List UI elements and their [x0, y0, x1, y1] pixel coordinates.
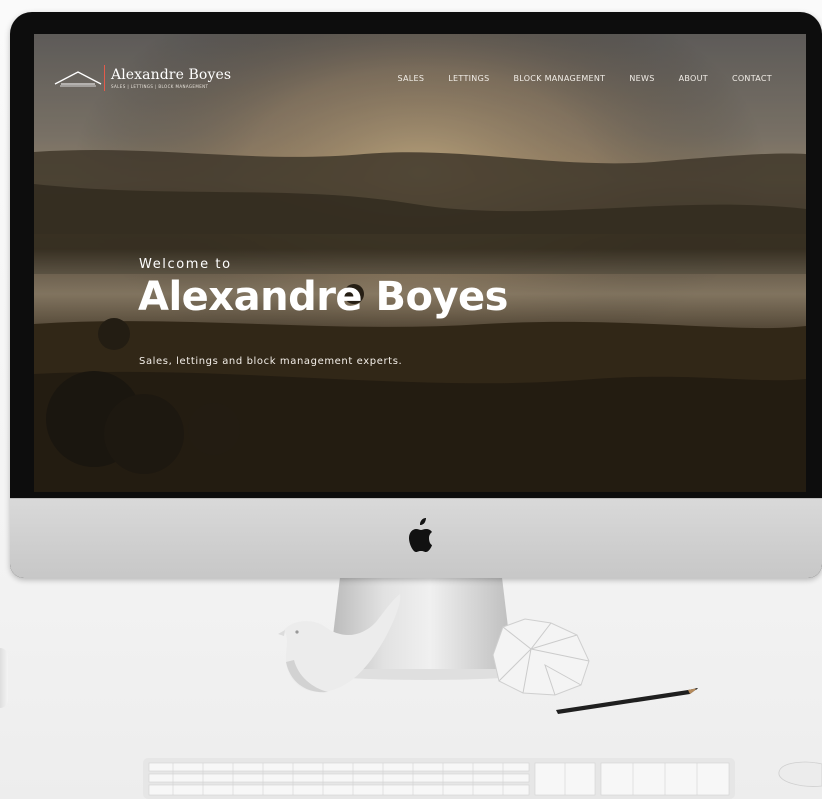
hero-welcome: Welcome to — [139, 257, 232, 272]
nav-lettings[interactable]: LETTINGS — [448, 74, 489, 83]
monitor-chin — [10, 498, 822, 578]
brand-logo[interactable]: Alexandre Boyes SALES | LETTINGS | BLOCK… — [54, 64, 231, 92]
keyboard — [143, 758, 735, 799]
main-nav: SALES LETTINGS BLOCK MANAGEMENT NEWS ABO… — [373, 74, 772, 83]
nav-sales[interactable]: SALES — [397, 74, 424, 83]
nav-block-management[interactable]: BLOCK MANAGEMENT — [513, 74, 605, 83]
pencil — [556, 688, 698, 714]
apple-icon — [409, 518, 432, 552]
site-header: Alexandre Boyes SALES | LETTINGS | BLOCK… — [34, 34, 806, 124]
brand-name: Alexandre Boyes — [111, 67, 232, 83]
brand-tagline: SALES | LETTINGS | BLOCK MANAGEMENT — [111, 84, 209, 89]
nav-news[interactable]: NEWS — [629, 74, 654, 83]
nav-contact[interactable]: CONTACT — [732, 74, 772, 83]
logo-divider — [104, 65, 105, 91]
logo-text: Alexandre Boyes SALES | LETTINGS | BLOCK… — [111, 67, 231, 89]
hero-title: Alexandre Boyes — [138, 274, 508, 320]
nav-about[interactable]: ABOUT — [679, 74, 708, 83]
website-screen: Alexandre Boyes SALES | LETTINGS | BLOCK… — [34, 34, 806, 492]
house-roof-icon — [54, 71, 102, 87]
ceramic-bird-ornament — [278, 594, 401, 693]
mouse — [778, 761, 822, 787]
hero-subtitle: Sales, lettings and block management exp… — [139, 356, 403, 367]
cup — [0, 648, 8, 708]
imac-monitor: Alexandre Boyes SALES | LETTINGS | BLOCK… — [10, 12, 822, 578]
